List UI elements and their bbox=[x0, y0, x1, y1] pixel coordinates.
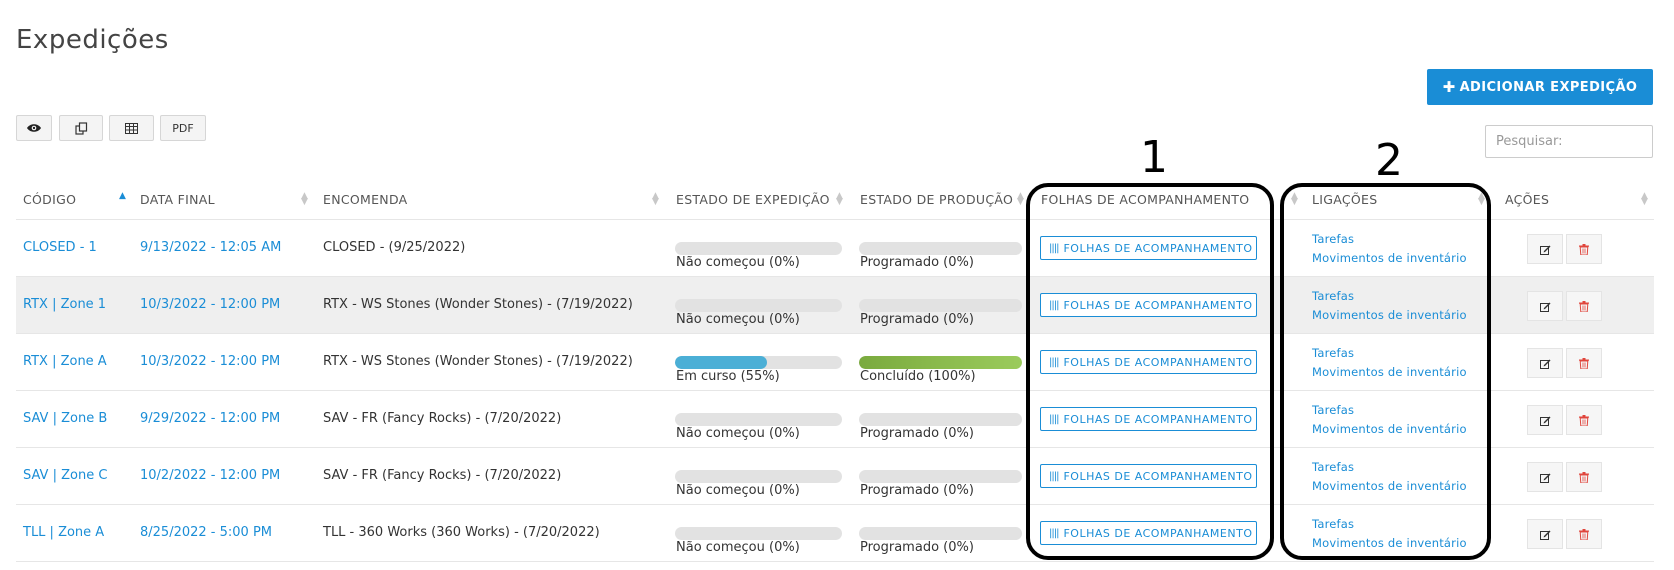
expedition-status-label: Não começou (0%) bbox=[676, 540, 800, 555]
trash-icon bbox=[1579, 471, 1589, 483]
order-text: SAV - FR (Fancy Rocks) - (7/20/2022) bbox=[323, 468, 562, 483]
production-progress-bar bbox=[859, 470, 1022, 483]
date-link[interactable]: 8/25/2022 - 5:00 PM bbox=[140, 525, 272, 540]
sort-icon[interactable]: ▲ ▼ bbox=[301, 192, 308, 207]
expedition-status-label: Não começou (0%) bbox=[676, 483, 800, 498]
visibility-button[interactable] bbox=[16, 115, 52, 141]
order-text: CLOSED - (9/25/2022) bbox=[323, 240, 466, 255]
order-text: RTX - WS Stones (Wonder Stones) - (7/19/… bbox=[323, 297, 633, 312]
column-header-actions[interactable]: AÇÕES bbox=[1505, 192, 1549, 207]
production-progress-bar bbox=[859, 242, 1022, 255]
trash-icon bbox=[1579, 528, 1589, 540]
annotation-number-2: 2 bbox=[1375, 135, 1403, 186]
date-link[interactable]: 10/3/2022 - 12:00 PM bbox=[140, 354, 280, 369]
edit-button[interactable] bbox=[1527, 519, 1563, 549]
edit-icon bbox=[1539, 245, 1550, 255]
code-link[interactable]: RTX | Zone 1 bbox=[23, 297, 106, 312]
excel-button[interactable] bbox=[109, 115, 154, 141]
expedition-status-label: Em curso (55%) bbox=[676, 369, 780, 384]
annotation-box-1 bbox=[1026, 183, 1274, 560]
code-link[interactable]: SAV | Zone B bbox=[23, 411, 107, 426]
page-title: Expedições bbox=[16, 25, 169, 56]
production-progress-fill bbox=[859, 356, 1022, 369]
edit-button[interactable] bbox=[1527, 405, 1563, 435]
trash-icon bbox=[1579, 243, 1589, 255]
edit-button[interactable] bbox=[1527, 348, 1563, 378]
copy-icon bbox=[74, 121, 87, 135]
sort-icon[interactable]: ▲ ▼ bbox=[1017, 192, 1024, 207]
code-link[interactable]: TLL | Zone A bbox=[23, 525, 104, 540]
annotation-number-1: 1 bbox=[1140, 132, 1168, 183]
expedition-progress-bar bbox=[675, 356, 842, 369]
sort-icon[interactable]: ▲ ▼ bbox=[652, 192, 659, 207]
plus-icon: ✚ bbox=[1442, 77, 1456, 96]
sort-icon[interactable]: ▲ ▼ bbox=[836, 192, 843, 207]
production-progress-bar bbox=[859, 527, 1022, 540]
pdf-button[interactable]: PDF bbox=[160, 115, 206, 141]
delete-button[interactable] bbox=[1566, 462, 1602, 492]
search-input[interactable] bbox=[1485, 125, 1653, 158]
copy-button[interactable] bbox=[59, 115, 103, 141]
delete-button[interactable] bbox=[1566, 348, 1602, 378]
column-header-order[interactable]: ENCOMENDA bbox=[323, 192, 408, 207]
expedition-status-label: Não começou (0%) bbox=[676, 255, 800, 270]
column-header-production-status[interactable]: ESTADO DE PRODUÇÃO bbox=[860, 192, 1013, 207]
expedition-status-label: Não começou (0%) bbox=[676, 426, 800, 441]
date-link[interactable]: 9/29/2022 - 12:00 PM bbox=[140, 411, 280, 426]
delete-button[interactable] bbox=[1566, 234, 1602, 264]
order-text: TLL - 360 Works (360 Works) - (7/20/2022… bbox=[323, 525, 600, 540]
trash-icon bbox=[1579, 300, 1589, 312]
expedition-progress-bar bbox=[675, 527, 842, 540]
delete-button[interactable] bbox=[1566, 405, 1602, 435]
edit-icon bbox=[1539, 473, 1550, 483]
add-expedition-button[interactable]: ✚ ADICIONAR EXPEDIÇÃO bbox=[1427, 69, 1653, 105]
sort-asc-icon[interactable]: ▲ bbox=[119, 192, 126, 201]
production-progress-bar bbox=[859, 299, 1022, 312]
edit-button[interactable] bbox=[1527, 234, 1563, 264]
eye-icon bbox=[27, 124, 41, 132]
production-status-label: Concluído (100%) bbox=[860, 369, 976, 384]
expedition-progress-bar bbox=[675, 413, 842, 426]
expedition-progress-bar bbox=[675, 242, 842, 255]
date-link[interactable]: 10/2/2022 - 12:00 PM bbox=[140, 468, 280, 483]
pdf-button-label: PDF bbox=[172, 121, 194, 135]
delete-button[interactable] bbox=[1566, 519, 1602, 549]
edit-button[interactable] bbox=[1527, 291, 1563, 321]
production-status-label: Programado (0%) bbox=[860, 426, 974, 441]
production-status-label: Programado (0%) bbox=[860, 312, 974, 327]
column-header-date[interactable]: DATA FINAL bbox=[140, 192, 215, 207]
edit-button[interactable] bbox=[1527, 462, 1563, 492]
production-status-label: Programado (0%) bbox=[860, 540, 974, 555]
production-progress-bar bbox=[859, 413, 1022, 426]
add-expedition-label: ADICIONAR EXPEDIÇÃO bbox=[1459, 79, 1638, 95]
expedition-status-label: Não começou (0%) bbox=[676, 312, 800, 327]
code-link[interactable]: SAV | Zone C bbox=[23, 468, 107, 483]
trash-icon bbox=[1579, 357, 1589, 369]
order-text: SAV - FR (Fancy Rocks) - (7/20/2022) bbox=[323, 411, 562, 426]
production-status-label: Programado (0%) bbox=[860, 483, 974, 498]
edit-icon bbox=[1539, 302, 1550, 312]
column-header-code[interactable]: CÓDIGO bbox=[23, 192, 76, 207]
trash-icon bbox=[1579, 414, 1589, 426]
column-header-expedition-status[interactable]: ESTADO DE EXPEDIÇÃO bbox=[676, 192, 830, 207]
sort-icon[interactable]: ▲ ▼ bbox=[1641, 192, 1648, 207]
date-link[interactable]: 9/13/2022 - 12:05 AM bbox=[140, 240, 281, 255]
expedition-progress-bar bbox=[675, 470, 842, 483]
annotation-box-2 bbox=[1280, 183, 1491, 560]
production-status-label: Programado (0%) bbox=[860, 255, 974, 270]
delete-button[interactable] bbox=[1566, 291, 1602, 321]
code-link[interactable]: CLOSED - 1 bbox=[23, 240, 97, 255]
order-text: RTX - WS Stones (Wonder Stones) - (7/19/… bbox=[323, 354, 633, 369]
production-progress-bar bbox=[859, 356, 1022, 369]
edit-icon bbox=[1539, 359, 1550, 369]
expedition-progress-fill bbox=[675, 356, 767, 369]
code-link[interactable]: RTX | Zone A bbox=[23, 354, 107, 369]
edit-icon bbox=[1539, 416, 1550, 426]
table-icon bbox=[125, 122, 138, 134]
date-link[interactable]: 10/3/2022 - 12:00 PM bbox=[140, 297, 280, 312]
expedition-progress-bar bbox=[675, 299, 842, 312]
edit-icon bbox=[1539, 530, 1550, 540]
